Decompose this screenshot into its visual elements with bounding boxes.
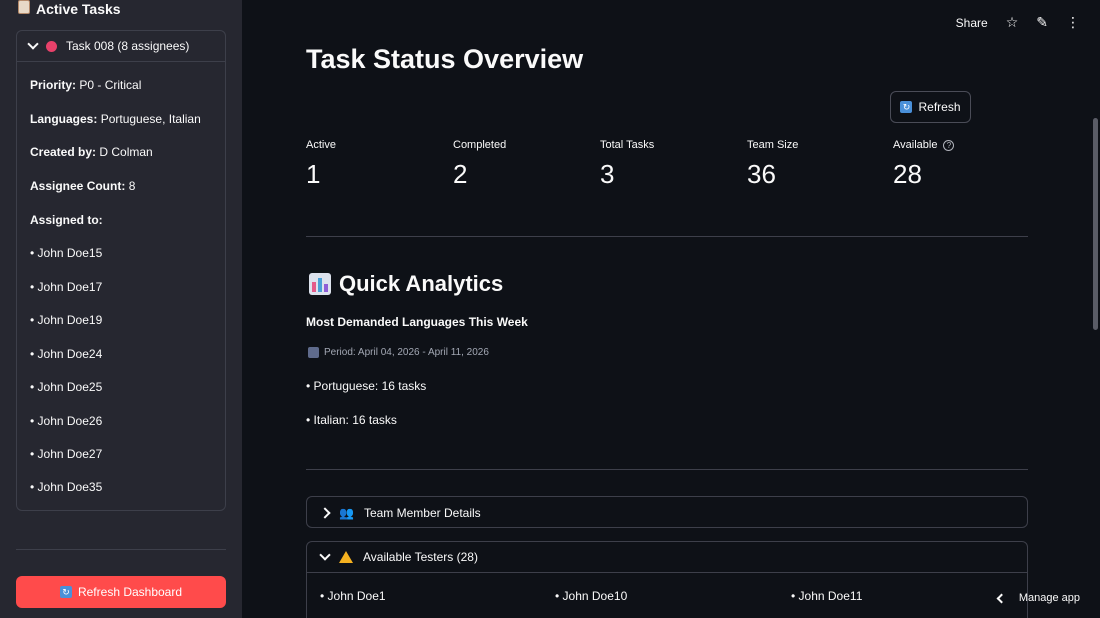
bar-chart-icon [309,273,331,295]
metric-value: 2 [453,159,468,189]
languages-label: Languages: [30,112,98,126]
tester-item: • John Doe1 [320,589,386,603]
metric-total-tasks: Total Tasks 3 [600,139,654,190]
created-value: D Colman [99,145,153,159]
red-circle-icon [46,40,57,52]
available-testers-expander: Available Testers (28) [306,541,1028,618]
priority-label: Priority: [30,78,77,92]
scrollbar[interactable] [1093,118,1098,330]
metric-value: 3 [600,159,615,189]
analytics-title: Quick Analytics [339,271,504,296]
metric-completed: Completed 2 [453,139,506,190]
metric-available: Available ? 28 [893,139,955,190]
created-label: Created by: [30,145,97,159]
analytics-subtitle: Most Demanded Languages This Week [306,315,528,329]
count-row: Assignee Count: 8 [30,179,135,193]
count-label: Assignee Count: [30,179,126,193]
metric-active: Active 1 [306,139,336,190]
assignee-item: • John Doe19 [30,313,103,327]
available-testers-header[interactable]: Available Testers (28) [307,542,1027,573]
sidebar: Active Tasks Task 008 (8 assignees) Prio… [0,0,242,618]
task-expander-title: Task 008 (8 assignees) [66,39,190,53]
metric-team-size: Team Size 36 [747,139,798,190]
tester-item: • John Doe11 [791,589,863,603]
more-options-icon[interactable]: ⋮ [1066,14,1080,31]
count-value: 8 [128,179,136,193]
metric-label: Total Tasks [600,139,655,151]
priority-row: Priority: P0 - Critical [30,78,141,92]
assigned-row: Assigned to: [30,213,103,227]
sidebar-title: Active Tasks [36,1,121,17]
pencil-icon[interactable]: ✎ [1036,14,1048,31]
language-item: • Italian: 16 tasks [306,413,397,427]
period-row: Period: April 04, 2026 - April 11, 2026 [308,347,489,358]
refresh-button[interactable]: ↻ Refresh [890,91,971,123]
available-testers-title: Available Testers (28) [363,550,478,564]
metric-label: Available [893,139,938,151]
chevron-left-icon [996,593,1007,603]
task-expander-header[interactable]: Task 008 (8 assignees) [17,31,225,62]
assigned-label: Assigned to: [30,213,103,227]
refresh-dashboard-label: Refresh Dashboard [77,585,183,599]
tester-item: • John Doe10 [555,589,628,603]
chevron-down-icon [319,549,331,561]
metric-label: Team Size [747,139,799,151]
manage-app-button[interactable]: Manage app [996,592,1080,604]
people-icon: 👥 [339,505,354,520]
team-member-expander[interactable]: 👥 Team Member Details [306,496,1028,528]
metric-value: 36 [747,159,776,189]
metric-label: Completed [453,139,507,151]
language-item: • Portuguese: 16 tasks [306,379,427,393]
page-title: Task Status Overview [306,44,584,74]
assignee-item: • John Doe25 [30,380,103,394]
metric-label-row: Available ? [893,139,955,151]
team-member-title: Team Member Details [363,505,481,520]
star-icon[interactable]: ☆ [1006,14,1019,31]
created-row: Created by: D Colman [30,145,153,159]
assignee-item: • John Doe15 [30,246,103,260]
languages-row: Languages: Portuguese, Italian [30,112,201,126]
share-button[interactable]: Share [956,16,988,30]
sidebar-divider [16,549,226,550]
metric-value: 1 [306,159,321,189]
analytics-heading: Quick Analytics [309,271,503,297]
sidebar-header: Active Tasks [18,0,121,18]
divider [306,236,1028,237]
divider [306,469,1028,470]
languages-value: Portuguese, Italian [100,112,201,126]
help-icon[interactable]: ? [943,139,955,151]
assignee-item: • John Doe35 [30,480,103,494]
assignee-item: • John Doe24 [30,347,103,361]
metric-label: Active [306,139,336,151]
assignee-item: • John Doe27 [30,447,103,461]
priority-value: P0 - Critical [79,78,142,92]
clipboard-icon [18,0,30,14]
calendar-icon [308,347,319,358]
chevron-down-icon [27,38,39,50]
metric-value: 28 [893,159,922,189]
assignee-item: • John Doe26 [30,414,103,428]
refresh-icon: ↻ [900,101,913,113]
period-text: Period: April 04, 2026 - April 11, 2026 [324,347,489,358]
chevron-right-icon [319,506,331,519]
team-member-expander-header[interactable]: 👥 Team Member Details [307,497,1027,528]
assignee-item: • John Doe17 [30,280,103,294]
top-toolbar: Share ☆ ✎ ⋮ [956,14,1080,31]
warning-icon [339,551,353,563]
task-expander: Task 008 (8 assignees) Priority: P0 - Cr… [16,30,226,511]
refresh-icon: ↻ [59,586,72,598]
refresh-label: Refresh [918,100,961,114]
refresh-dashboard-button[interactable]: ↻ Refresh Dashboard [16,576,226,608]
manage-app-label: Manage app [1018,592,1080,604]
